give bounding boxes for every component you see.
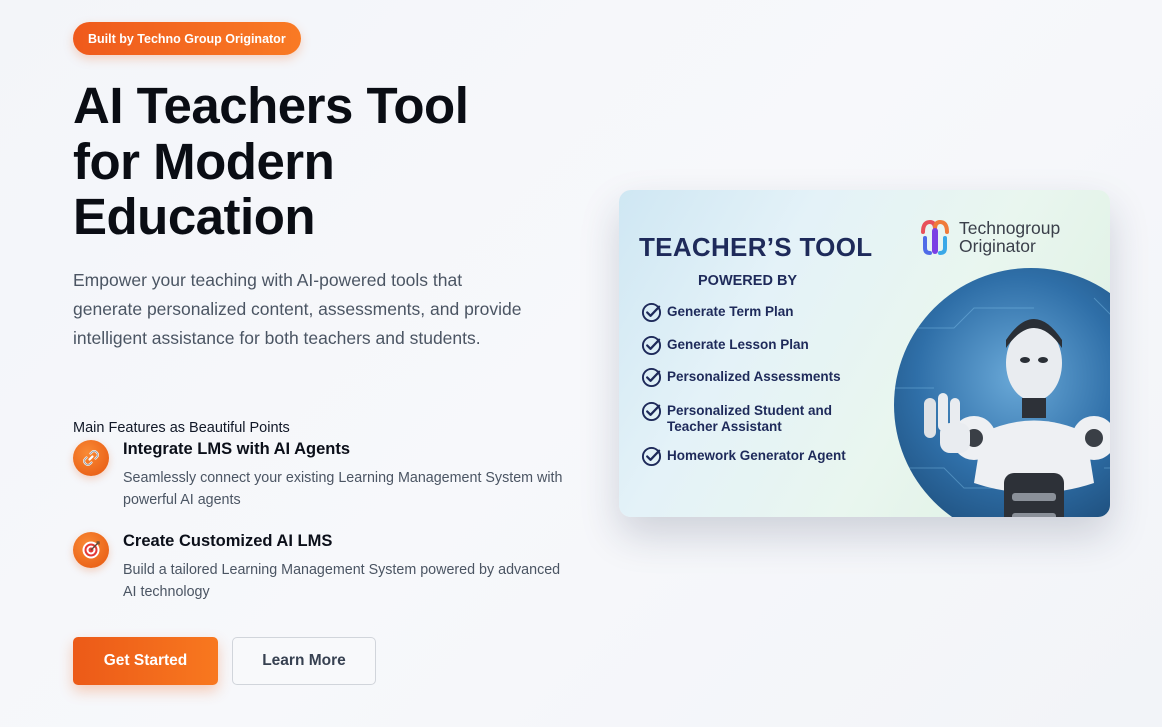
target-icon [73,532,109,568]
robot-illustration [894,268,1110,517]
check-circle-icon [641,446,662,467]
hero-title: AI Teachers Tool for Modern Education [73,78,553,245]
feature-description: Build a tailored Learning Management Sys… [123,562,561,600]
promo-list-line: Generate Term Plan [667,304,794,319]
promo-list-item: Homework Generator Agent [641,446,846,467]
promo-image-card: TEACHER’S TOOL POWERED BY Generate Term … [619,190,1110,517]
technogroup-logo: Technogroup Originator [919,218,1060,256]
features-heading: Main Features as Beautiful Points [73,420,290,436]
promo-list-text: Personalized Student and Teacher Assista… [667,401,832,435]
check-circle-icon [641,335,662,356]
built-by-badge: Built by Techno Group Originator [73,22,301,55]
promo-list-item: Personalized Student and Teacher Assista… [641,401,846,435]
hero-title-line-2: for Modern [73,132,335,190]
promo-list-text: Personalized Assessments [667,367,841,385]
robot-icon [894,297,1110,517]
promo-list-line: Personalized Assessments [667,369,841,384]
hero-description: Empower your teaching with AI-powered to… [73,270,522,348]
check-circle-icon [641,401,662,422]
promo-list-item: Generate Term Plan [641,302,846,323]
promo-list-line: Generate Lesson Plan [667,337,809,352]
hero-title-line-1: AI Teachers Tool [73,77,469,134]
logo-line: Originator [959,236,1036,256]
feature-description: Seamlessly connect your existing Learnin… [123,470,563,508]
check-circle-icon [641,302,662,323]
logo-line: Technogroup [959,218,1061,238]
feature-title: Integrate LMS with AI Agents [123,440,351,458]
feature-title: Create Customized AI LMS [123,532,333,550]
promo-list-text: Generate Term Plan [667,302,794,320]
promo-list-item: Generate Lesson Plan [641,335,846,356]
learn-more-button[interactable]: Learn More [232,637,376,685]
promo-list-line: Homework Generator Agent [667,448,846,463]
technogroup-logo-text: Technogroup Originator [959,219,1060,255]
promo-title: TEACHER’S TOOL [639,232,873,262]
get-started-button[interactable]: Get Started [73,637,218,685]
promo-list-line: Personalized Student and [667,403,833,418]
technogroup-logo-icon [921,219,949,255]
promo-feature-list: Generate Term Plan Generate Lesson Plan … [641,302,846,476]
promo-list-item: Personalized Assessments [641,367,846,388]
check-circle-icon [641,367,662,388]
hero-title-line-3: Education [73,188,316,245]
promo-list-line: Teacher Assistant [667,419,782,434]
promo-subtitle: POWERED BY [698,273,798,289]
promo-list-text: Generate Lesson Plan [667,335,809,353]
promo-list-text: Homework Generator Agent [667,446,846,464]
link-icon [73,440,109,476]
